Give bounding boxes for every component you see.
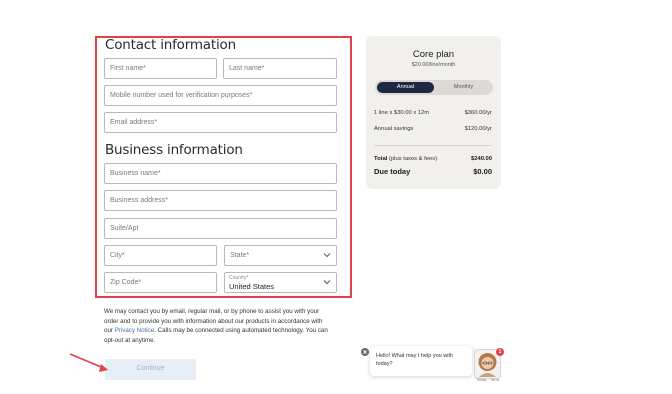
city-placeholder: City* (110, 252, 125, 259)
agent-caption: Vinay... Terra (477, 378, 499, 382)
suite-field[interactable]: Suite/Apt (104, 218, 337, 239)
mobile-field[interactable]: Mobile number used for verification purp… (104, 85, 337, 106)
line-item-label: 1 line x $30.00 x 12m (374, 110, 430, 116)
savings-row: Annual savings $120.00/yr (374, 126, 492, 132)
contact-heading: Contact information (105, 37, 236, 53)
business-address-placeholder: Business address* (110, 197, 168, 204)
summary-divider (374, 145, 492, 146)
close-icon[interactable] (361, 348, 369, 356)
city-field[interactable]: City* (104, 245, 217, 266)
chevron-down-icon (323, 280, 331, 285)
chat-bubble[interactable]: Hello! What may I help you with today? (370, 346, 472, 376)
state-placeholder: State* (230, 252, 250, 259)
business-heading: Business information (105, 142, 243, 158)
last-name-field[interactable]: Last name* (223, 58, 337, 79)
toggle-annual-label: Annual (396, 84, 415, 90)
savings-label: Annual savings (374, 126, 414, 132)
country-label: Country* (229, 275, 249, 281)
due-today-row: Due today $0.00 (374, 167, 492, 176)
line-item-row: 1 line x $30.00 x 12m $360.00/yr (374, 110, 492, 116)
zip-field[interactable]: Zip Code* (104, 272, 217, 293)
first-name-placeholder: First name* (110, 65, 146, 72)
toggle-annual[interactable]: Annual (377, 82, 434, 93)
mobile-placeholder: Mobile number used for verification purp… (110, 92, 253, 99)
plan-title: Core plan (412, 49, 455, 60)
zip-placeholder: Zip Code* (110, 279, 142, 286)
toggle-monthly[interactable]: Monthly (436, 84, 491, 90)
total-value: $240.00 (471, 156, 492, 162)
privacy-notice-link[interactable]: Privacy Notice (115, 327, 155, 334)
business-name-placeholder: Business name* (110, 170, 161, 177)
country-select[interactable]: Country* United States (224, 272, 337, 293)
line-item-value: $360.00/yr (464, 110, 492, 116)
state-select[interactable]: State* (224, 245, 337, 266)
suite-placeholder: Suite/Apt (110, 225, 139, 232)
billing-toggle: Annual Monthly (375, 80, 493, 95)
email-field[interactable]: Email address* (104, 112, 337, 133)
total-label: Total (374, 156, 388, 162)
continue-button[interactable]: Continue (105, 359, 196, 380)
contact-disclaimer: We may contact you by email, regular mai… (104, 307, 330, 345)
plan-price: $20.00/line/month (411, 62, 456, 68)
first-name-field[interactable]: First name* (104, 58, 217, 79)
business-name-field[interactable]: Business name* (104, 163, 337, 184)
plan-summary-card: Core plan $20.00/line/month Annual Month… (366, 36, 501, 189)
country-value: United States (229, 282, 275, 291)
email-placeholder: Email address* (110, 119, 158, 126)
annotation-arrow-icon (69, 353, 108, 372)
notification-badge: 1 (496, 348, 504, 356)
business-address-field[interactable]: Business address* (104, 190, 337, 211)
continue-label: Continue (136, 365, 165, 372)
chevron-down-icon (323, 253, 331, 258)
chat-message: Hello! What may I help you with today? (376, 353, 454, 367)
due-today-label: Due today (374, 167, 411, 176)
savings-value: $120.00/yr (464, 126, 492, 132)
notification-count: 1 (498, 349, 502, 355)
total-row: Total (plus taxes & fees) $240.00 (374, 156, 492, 162)
last-name-placeholder: Last name* (229, 65, 265, 72)
total-suffix: (plus taxes & fees) (387, 156, 438, 162)
due-today-value: $0.00 (473, 167, 492, 176)
